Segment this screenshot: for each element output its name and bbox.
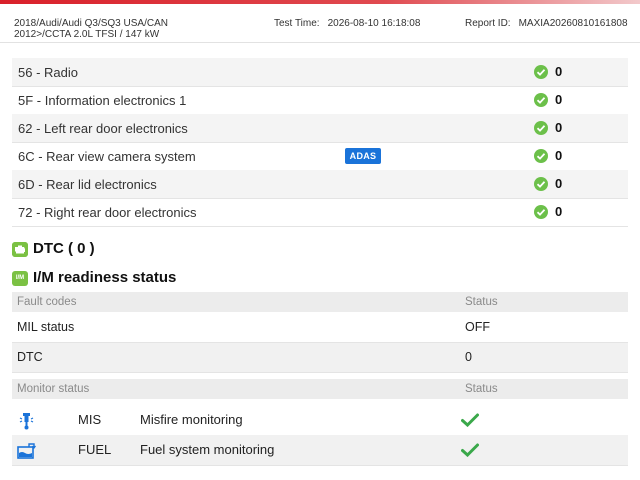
system-dtc-count: 0: [555, 176, 563, 191]
system-row-62[interactable]: 62 - Left rear door electronics 0: [12, 114, 628, 143]
system-dtc-count: 0: [555, 148, 563, 163]
monitor-name: Fuel system monitoring: [140, 442, 275, 457]
system-name: 5F - Information electronics 1: [18, 93, 187, 108]
system-name: 6D - Rear lid electronics: [18, 177, 157, 192]
monitor-name: Misfire monitoring: [140, 412, 243, 427]
vehicle-info-line2: 2012>/CCTA 2.0L TFSI / 147 kW: [14, 29, 160, 40]
system-dtc-count: 0: [555, 120, 563, 135]
ok-check-icon: [534, 121, 548, 135]
monitor-status-header: Monitor status: [17, 383, 90, 395]
adas-badge: ADAS: [345, 148, 381, 164]
monitor-row-mis: MIS Misfire monitoring: [12, 405, 628, 436]
fault-codes-header: Fault codes: [17, 296, 77, 308]
monitor-status-col-header: Status: [465, 383, 498, 395]
ok-check-icon: [534, 205, 548, 219]
dtc-title-text: DTC ( 0 ): [33, 240, 95, 257]
im-title-text: I/M readiness status: [33, 269, 177, 286]
monitor-abbr: MIS: [78, 412, 102, 427]
table-row: MIL status OFF: [12, 313, 628, 343]
engine-icon: [12, 242, 28, 257]
monitor-row-fuel: FUEL Fuel system monitoring: [12, 435, 628, 466]
test-time: Test Time: 2026-08-10 16:18:08: [274, 18, 420, 29]
ready-check-icon: [461, 443, 479, 457]
mil-status-value: OFF: [465, 320, 490, 334]
status-header: Status: [465, 296, 498, 308]
report-id-value: MAXIA20260810161808: [518, 18, 628, 29]
system-name: 56 - Radio: [18, 65, 78, 80]
system-row-56[interactable]: 56 - Radio 0: [12, 58, 628, 87]
system-name: 72 - Right rear door electronics: [18, 205, 197, 220]
dtc-value: 0: [465, 350, 472, 364]
report-id-label: Report ID:: [465, 18, 511, 29]
test-time-label: Test Time:: [274, 18, 320, 29]
dtc-label: DTC: [17, 350, 43, 364]
mil-status-label: MIL status: [17, 320, 75, 334]
test-time-value: 2026-08-10 16:18:08: [327, 18, 421, 29]
system-row-6c[interactable]: 6C - Rear view camera system ADAS 0: [12, 142, 628, 171]
table-row: DTC 0: [12, 343, 628, 373]
system-row-6d[interactable]: 6D - Rear lid electronics 0: [12, 170, 628, 199]
system-dtc-count: 0: [555, 64, 563, 79]
ok-check-icon: [534, 177, 548, 191]
fault-codes-header-row: Fault codes Status: [12, 292, 628, 312]
system-name: 62 - Left rear door electronics: [18, 121, 188, 136]
system-row-72[interactable]: 72 - Right rear door electronics 0: [12, 198, 628, 227]
report-id: Report ID: MAXIA20260810161808: [465, 18, 628, 29]
im-readiness-icon: I/M: [12, 271, 28, 286]
ok-check-icon: [534, 93, 548, 107]
ok-check-icon: [534, 149, 548, 163]
vehicle-info-line1: 2018/Audi/Audi Q3/SQ3 USA/CAN: [14, 18, 168, 29]
system-dtc-count: 0: [555, 92, 563, 107]
misfire-icon: [19, 413, 34, 430]
system-row-5f[interactable]: 5F - Information electronics 1 0: [12, 86, 628, 115]
ok-check-icon: [534, 65, 548, 79]
monitor-abbr: FUEL: [78, 442, 112, 457]
fuel-system-icon: [17, 443, 36, 459]
ready-check-icon: [461, 413, 479, 427]
report-header: 2018/Audi/Audi Q3/SQ3 USA/CAN 2012>/CCTA…: [0, 4, 640, 43]
system-dtc-count: 0: [555, 204, 563, 219]
monitor-status-header-row: Monitor status Status: [12, 379, 628, 399]
system-name: 6C - Rear view camera system: [18, 149, 196, 164]
